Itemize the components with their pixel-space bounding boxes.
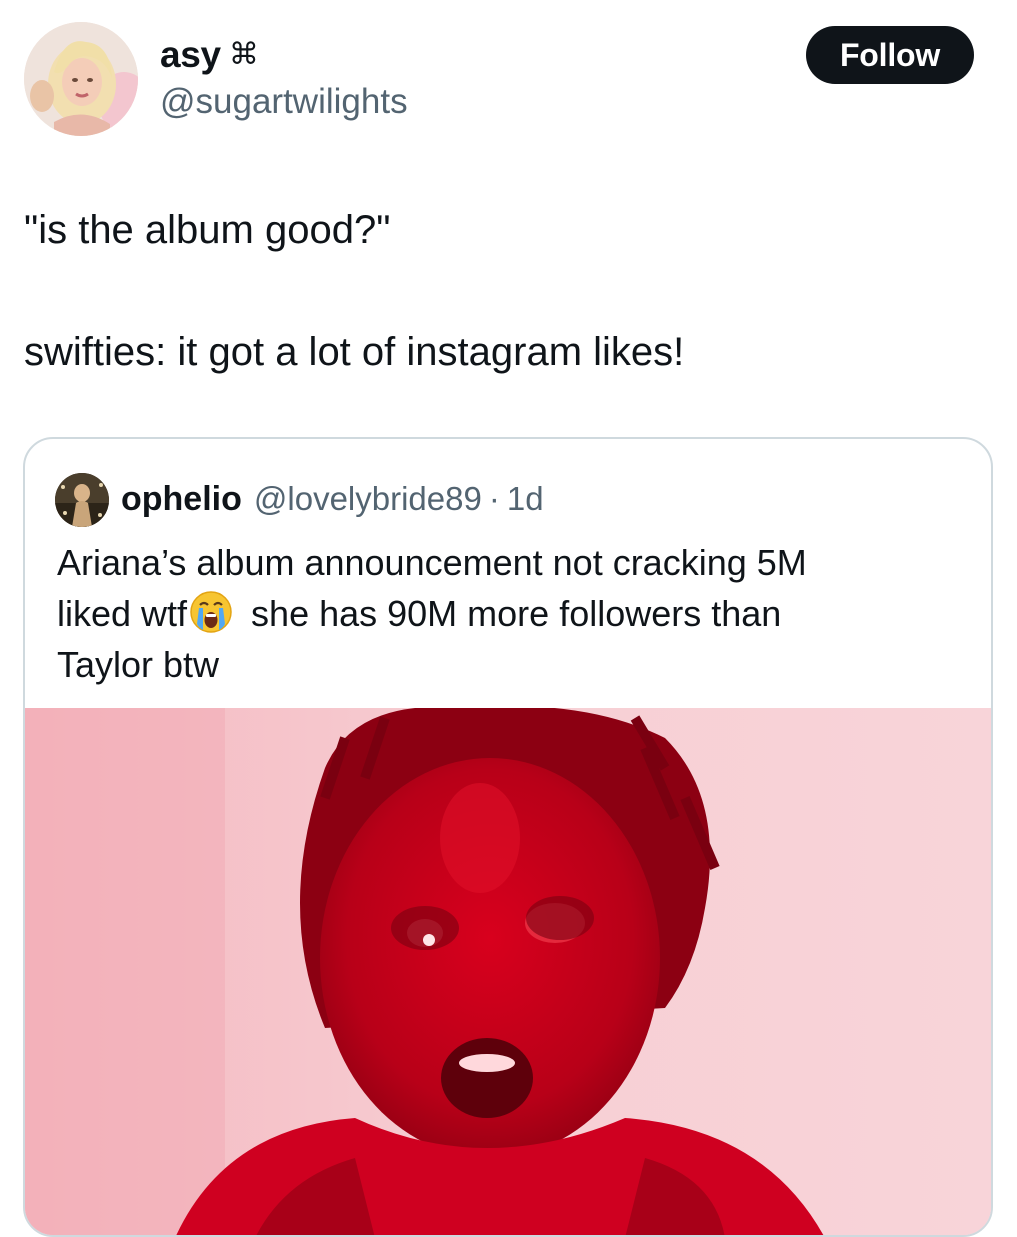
quoted-avatar-image — [55, 473, 109, 527]
author-avatar[interactable] — [24, 22, 138, 136]
quoted-tweet-time[interactable]: 1d — [507, 477, 544, 521]
quoted-tweet-media[interactable] — [25, 708, 991, 1235]
quoted-author-avatar[interactable] — [55, 473, 109, 527]
author-display-name[interactable]: asy — [160, 33, 221, 77]
author-avatar-image — [24, 22, 138, 136]
quoted-tweet-header: ophelio @lovelybride89 · 1d — [121, 477, 544, 521]
quoted-tweet-card[interactable]: ophelio @lovelybride89 · 1d Ariana’s alb… — [23, 437, 993, 1237]
author-name-row[interactable]: asy ⌘ — [160, 33, 259, 77]
quoted-author-handle[interactable]: @lovelybride89 — [254, 477, 482, 521]
follow-button[interactable]: Follow — [806, 26, 974, 84]
loudly-crying-face-icon — [189, 590, 233, 634]
header-separator: · — [488, 480, 500, 517]
tweet-text-line: "is the album good?" — [24, 208, 391, 252]
quoted-tweet-text: Ariana’s album announcement not cracking… — [57, 537, 957, 690]
quoted-text-segment: liked wtf — [57, 593, 188, 634]
quoted-text-line-with-emoji: liked wtf she has 90M more followers tha… — [57, 588, 957, 639]
reaction-image — [25, 708, 991, 1235]
quoted-text-line: Ariana’s album announcement not cracking… — [57, 542, 807, 583]
quoted-author-name[interactable]: ophelio — [121, 477, 242, 521]
quoted-text-line: Taylor btw — [57, 644, 220, 685]
quoted-text-segment: she has 90M more followers than — [241, 593, 782, 634]
tweet-text-line: swifties: it got a lot of instagram like… — [24, 330, 685, 374]
command-symbol-icon: ⌘ — [228, 37, 259, 72]
author-handle[interactable]: @sugartwilights — [160, 80, 408, 124]
